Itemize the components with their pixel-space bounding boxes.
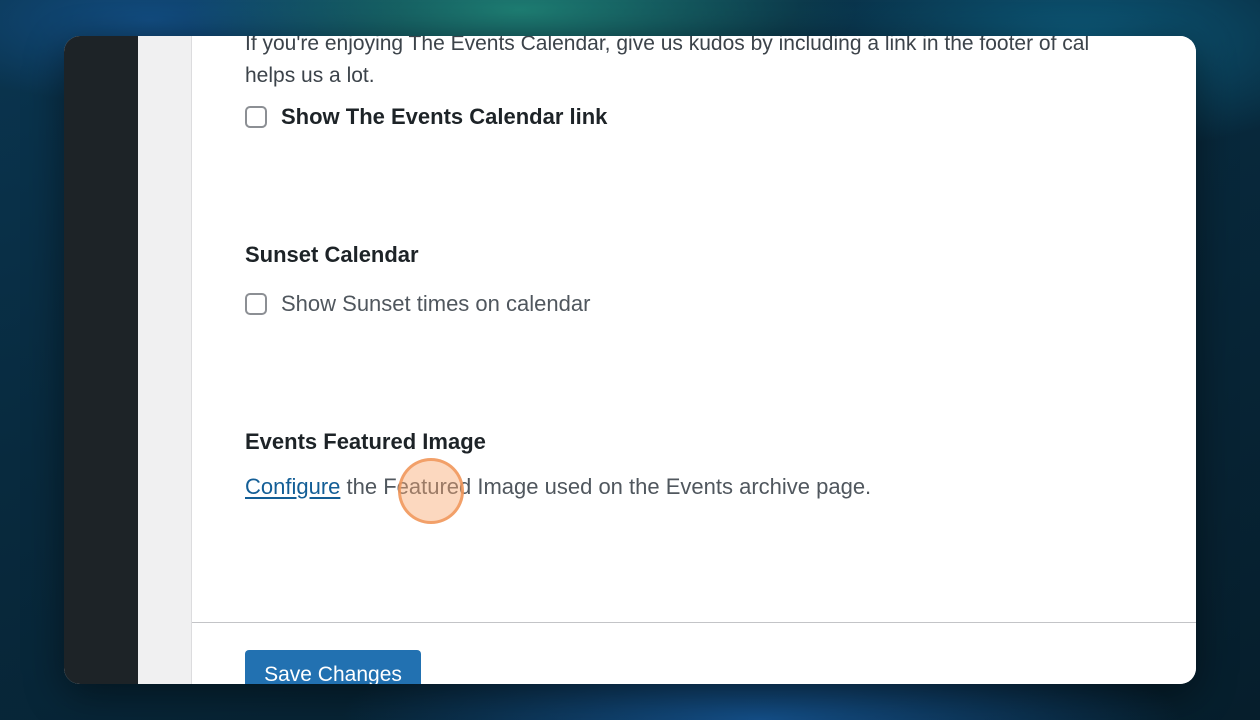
configure-link[interactable]: Configure — [245, 474, 340, 499]
show-calendar-link-row[interactable]: Show The Events Calendar link — [245, 103, 607, 131]
save-changes-button[interactable]: Save Changes — [245, 650, 421, 684]
credit-intro-line-1: If you're enjoying The Events Calendar, … — [245, 36, 1090, 55]
credit-intro-text: If you're enjoying The Events Calendar, … — [245, 36, 1196, 92]
sunset-times-label[interactable]: Show Sunset times on calendar — [281, 291, 590, 317]
browser-window: If you're enjoying The Events Calendar, … — [64, 36, 1196, 684]
sunset-times-checkbox[interactable] — [245, 293, 267, 315]
content-gutter — [138, 36, 192, 684]
featured-image-description-text: the Featured Image used on the Events ar… — [340, 474, 872, 499]
sunset-times-row[interactable]: Show Sunset times on calendar — [245, 290, 590, 318]
footer-divider — [192, 622, 1196, 623]
sunset-calendar-title: Sunset Calendar — [245, 242, 419, 267]
featured-image-title: Events Featured Image — [245, 429, 486, 454]
show-calendar-link-label[interactable]: Show The Events Calendar link — [281, 104, 607, 130]
admin-sidebar — [64, 36, 138, 684]
desktop-background: If you're enjoying The Events Calendar, … — [0, 0, 1260, 720]
credit-intro-line-2: helps us a lot. — [245, 64, 375, 87]
show-calendar-link-checkbox[interactable] — [245, 106, 267, 128]
featured-image-description: Configure the Featured Image used on the… — [245, 474, 871, 500]
settings-panel: If you're enjoying The Events Calendar, … — [192, 36, 1196, 684]
